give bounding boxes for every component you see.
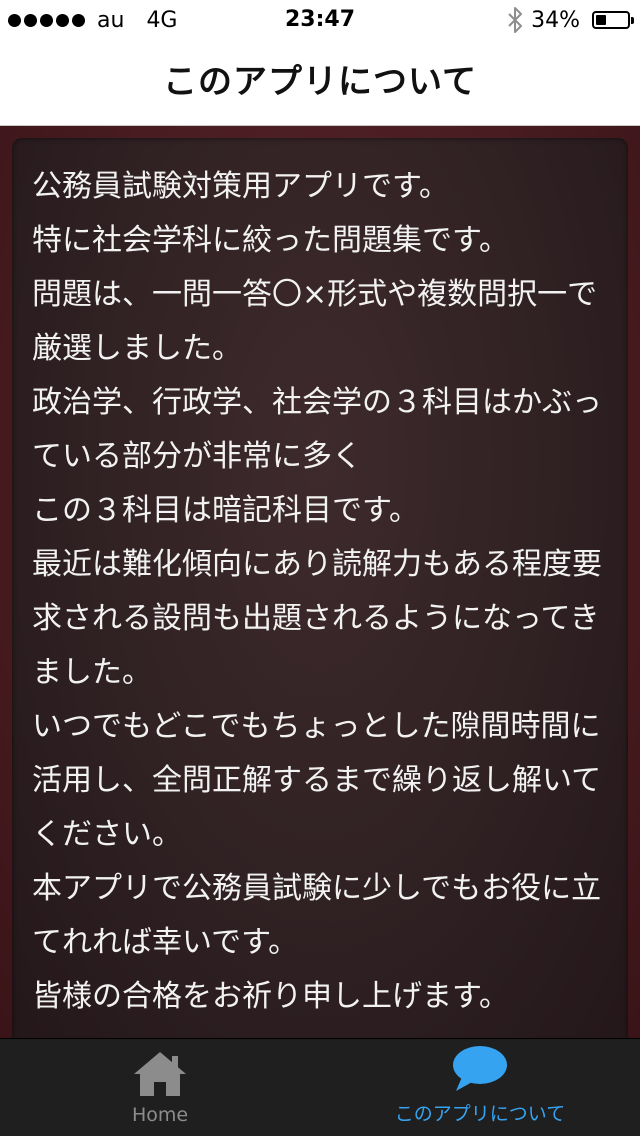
app-description-text: 公務員試験対策用アプリです。 特に社会学科に絞った問題集です。 問題は、一問一答…	[32, 169, 602, 1014]
navigation-bar: このアプリについて	[0, 40, 640, 126]
speech-bubble-icon	[453, 1046, 507, 1091]
status-bar: au 4G 23:47 34%	[0, 0, 640, 40]
battery-level	[596, 15, 607, 25]
bluetooth-icon	[508, 7, 523, 33]
tab-home-label: Home	[131, 1104, 189, 1126]
tab-home[interactable]: Home	[0, 1039, 320, 1136]
battery-icon	[592, 11, 634, 29]
status-right: 34%	[507, 0, 634, 40]
description-panel: 公務員試験対策用アプリです。 特に社会学科に絞った問題集です。 問題は、一問一答…	[12, 138, 628, 1038]
page-title: このアプリについて	[163, 62, 477, 102]
tab-about[interactable]: このアプリについて	[320, 1039, 640, 1136]
tab-about-label: このアプリについて	[394, 1103, 566, 1125]
tab-bar: Home このアプリについて	[0, 1038, 640, 1136]
battery-percent: 34%	[531, 7, 580, 33]
content-area[interactable]: 公務員試験対策用アプリです。 特に社会学科に絞った問題集です。 問題は、一問一答…	[0, 126, 640, 1038]
home-icon	[134, 1052, 186, 1096]
